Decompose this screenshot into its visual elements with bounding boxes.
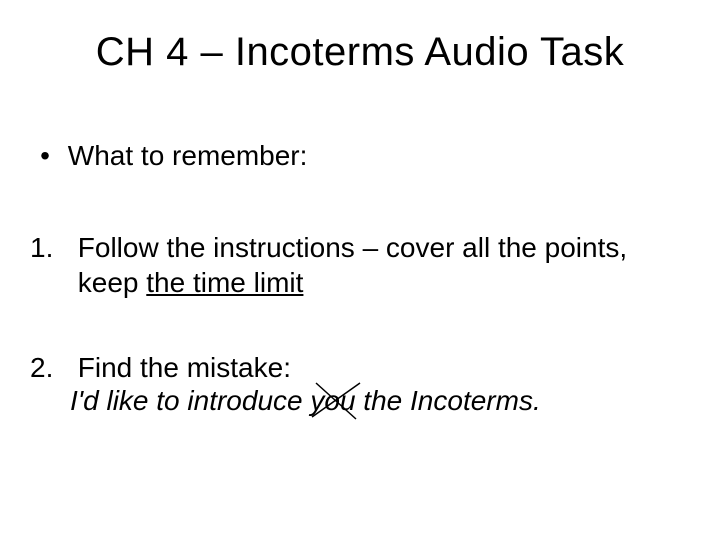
mistake-line: I'd like to introduce you the Incoterms. xyxy=(70,385,630,417)
list-marker: 1. xyxy=(30,230,70,265)
bullet-item: • What to remember: xyxy=(30,140,680,172)
mistake-post: the Incoterms. xyxy=(356,385,541,416)
list-body: Find the mistake: xyxy=(78,350,638,385)
list-marker: 2. xyxy=(30,350,70,385)
list-item-1: 1. Follow the instructions – cover all t… xyxy=(30,230,680,300)
slide-title: CH 4 – Incoterms Audio Task xyxy=(0,30,720,75)
slide: CH 4 – Incoterms Audio Task • What to re… xyxy=(0,0,720,540)
bullet-text: What to remember: xyxy=(68,140,308,172)
struck-word-wrap: you xyxy=(310,385,355,417)
struck-word: you xyxy=(310,385,355,416)
list-item-2: 2. Find the mistake: xyxy=(30,350,680,385)
bullet-dot: • xyxy=(30,140,60,172)
underlined-phrase: the time limit xyxy=(146,267,303,298)
list-body: Follow the instructions – cover all the … xyxy=(78,230,638,300)
mistake-pre: I'd like to introduce xyxy=(70,385,310,416)
